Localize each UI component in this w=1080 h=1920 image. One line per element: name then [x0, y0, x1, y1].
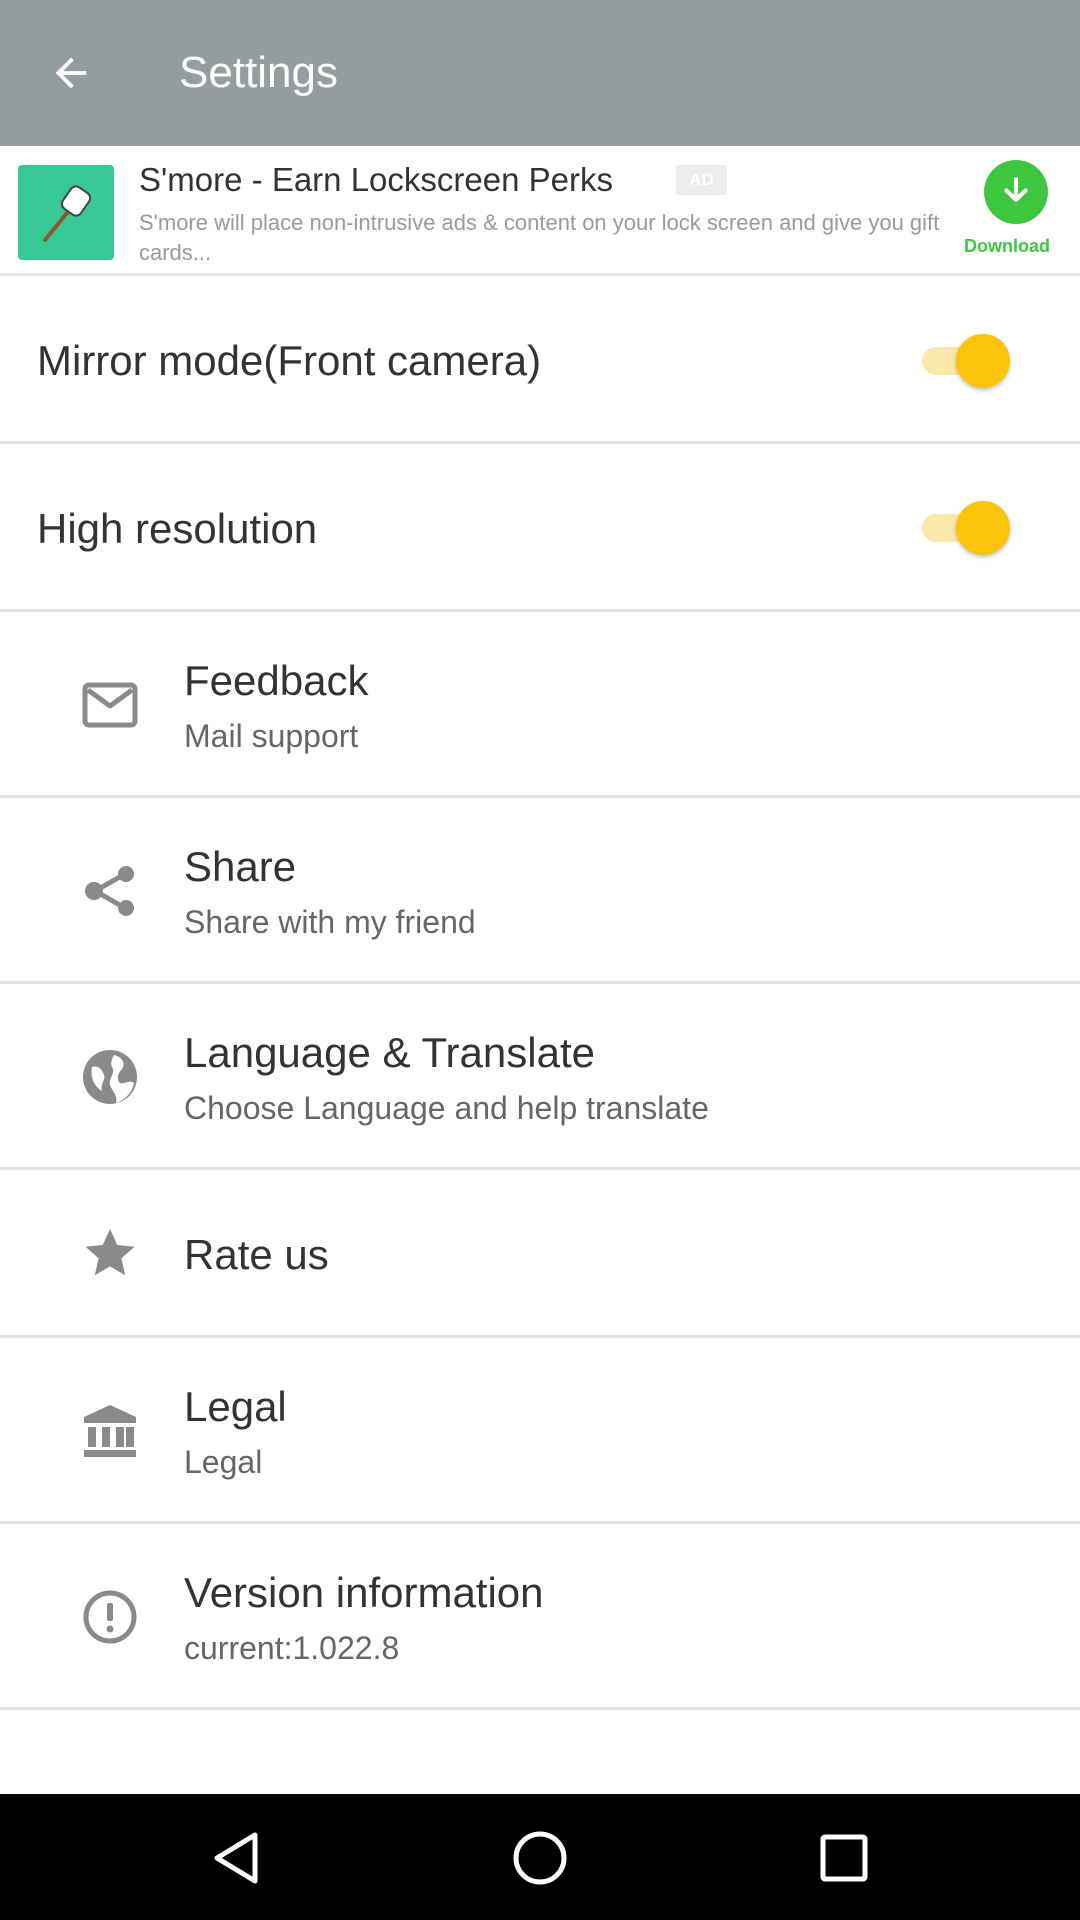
- rate-us-row[interactable]: Rate us: [0, 1170, 1080, 1338]
- legal-row[interactable]: Legal Legal: [0, 1338, 1080, 1524]
- legal-title: Legal: [184, 1383, 287, 1430]
- language-title: Language & Translate: [184, 1029, 595, 1076]
- star-icon: [80, 1224, 140, 1284]
- bank-icon: [80, 1401, 140, 1461]
- share-title: Share: [184, 843, 297, 890]
- rate-us-title: Rate us: [184, 1231, 329, 1278]
- download-label: Download: [964, 236, 1050, 256]
- high-resolution-row[interactable]: High resolution: [0, 444, 1080, 612]
- page-title: Settings: [179, 48, 338, 97]
- high-resolution-label: High resolution: [37, 505, 318, 552]
- mail-icon: [80, 675, 140, 735]
- arrow-left-icon: [55, 57, 87, 89]
- version-subtitle: current:1.022.8: [184, 1630, 400, 1666]
- info-icon: [80, 1587, 140, 1647]
- ad-download-button[interactable]: Download: [964, 160, 1074, 270]
- back-triangle-icon: [214, 1832, 258, 1884]
- share-icon: [80, 861, 140, 921]
- back-button[interactable]: [34, 36, 108, 110]
- marshmallow-icon: [18, 165, 114, 260]
- version-title: Version information: [184, 1569, 544, 1616]
- globe-icon: [80, 1047, 140, 1107]
- app-bar: Settings: [0, 0, 1080, 146]
- language-subtitle: Choose Language and help translate: [184, 1090, 709, 1126]
- nav-back-button[interactable]: [196, 1818, 276, 1898]
- share-subtitle: Share with my friend: [184, 904, 476, 940]
- mirror-mode-switch[interactable]: [922, 333, 1010, 389]
- ad-title[interactable]: S'more - Earn Lockscreen Perks: [139, 160, 613, 200]
- download-icon: [984, 160, 1048, 224]
- switch-thumb: [956, 501, 1010, 555]
- high-resolution-switch[interactable]: [922, 500, 1010, 556]
- home-circle-icon: [513, 1831, 567, 1885]
- system-nav-bar: [0, 1794, 1080, 1920]
- ad-banner[interactable]: S'more - Earn Lockscreen Perks AD S'more…: [0, 146, 1080, 276]
- ad-badge: AD: [676, 165, 727, 195]
- mirror-mode-label: Mirror mode(Front camera): [37, 337, 542, 384]
- nav-home-button[interactable]: [500, 1818, 580, 1898]
- ad-description: S'more will place non-intrusive ads & co…: [139, 210, 940, 265]
- feedback-row[interactable]: Feedback Mail support: [0, 612, 1080, 798]
- switch-thumb: [956, 334, 1010, 388]
- feedback-subtitle: Mail support: [184, 718, 359, 754]
- share-row[interactable]: Share Share with my friend: [0, 798, 1080, 984]
- mirror-mode-row[interactable]: Mirror mode(Front camera): [0, 276, 1080, 444]
- recents-square-icon: [820, 1834, 868, 1882]
- feedback-title: Feedback: [184, 657, 369, 704]
- language-row[interactable]: Language & Translate Choose Language and…: [0, 984, 1080, 1170]
- version-row[interactable]: Version information current:1.022.8: [0, 1524, 1080, 1710]
- nav-recents-button[interactable]: [804, 1818, 884, 1898]
- legal-subtitle: Legal: [184, 1444, 263, 1480]
